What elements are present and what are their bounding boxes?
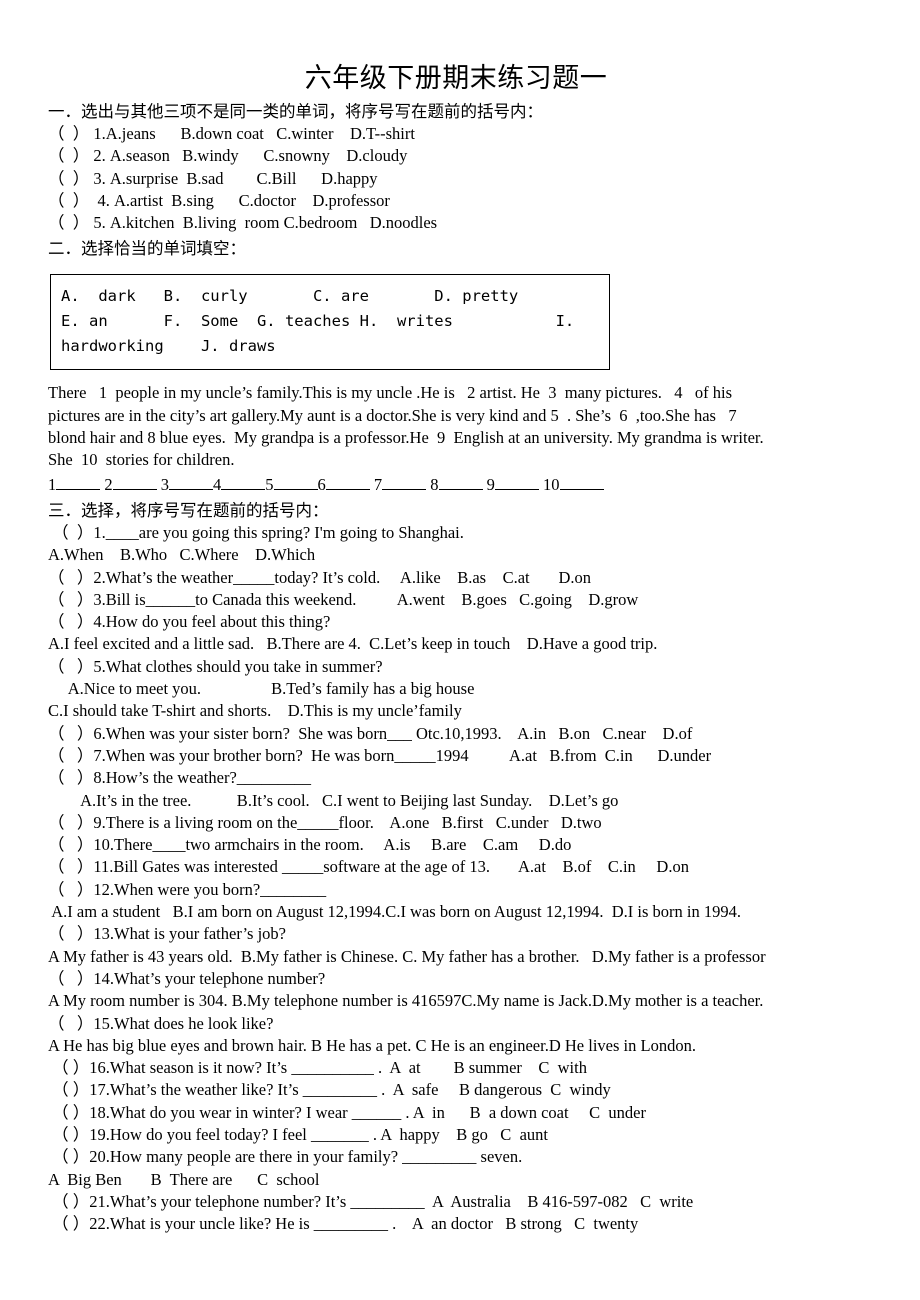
word-bank-wrapper: A. dark B. curly C. are D. pretty E. an … [0, 274, 920, 371]
passage-line: There 1 people in my uncle’s family.This… [48, 383, 733, 403]
question-line: （ ）17.What’s the weather like? It’s ____… [48, 1080, 611, 1100]
question-line: （ ）22.What is your uncle like? He is ___… [48, 1214, 639, 1234]
question-line: （ ）10.There____two armchairs in the room… [48, 835, 572, 855]
blank-number: 2 [104, 474, 113, 494]
section-one-item: （ ） 4. A.artist B.sing C.doctor D.profes… [48, 190, 390, 210]
section-three-heading: 三．选择，将序号写在题前的括号内： [48, 500, 329, 520]
question-line: （ ）1.____are you going this spring? I'm … [48, 522, 464, 542]
cloze-passage: There 1 people in my uncle’s family.This… [48, 382, 904, 471]
answer-blank[interactable] [273, 488, 318, 490]
exam-page: 六年级下册期末练习题一 一．选出与其他三项不是同一类的单词，将序号写在题前的括号… [0, 0, 920, 1300]
answer-blank[interactable] [112, 488, 157, 490]
question-line: （ ）2.What’s the weather_____today? It’s … [48, 567, 592, 587]
question-line: （ ）3.Bill is______to Canada this weekend… [48, 589, 639, 609]
answer-blank[interactable] [438, 488, 483, 490]
question-line: （ ）6.When was your sister born? She was … [48, 723, 693, 743]
question-line: （ ）7.When was your brother born? He was … [48, 745, 712, 765]
blank-number: 8 [430, 474, 439, 494]
blank-number: 3 [160, 474, 169, 494]
answer-blank[interactable] [56, 488, 101, 490]
question-line: （ ）19.How do you feel today? I feel ____… [48, 1124, 548, 1144]
document-body: 一．选出与其他三项不是同一类的单词，将序号写在题前的括号内： （ ） 1.A.j… [0, 100, 920, 260]
question-line: （ ）13.What is your father’s job? [48, 924, 286, 944]
answer-blank[interactable] [382, 488, 427, 490]
section-one-item: （ ） 3. A.surprise B.sad C.Bill D.happy [48, 168, 378, 188]
question-line: （ ）15.What does he look like? [48, 1013, 274, 1033]
answer-blank[interactable] [169, 488, 213, 490]
answer-blank[interactable] [559, 488, 604, 490]
question-options: C.I should take T-shirt and shorts. D.Th… [48, 701, 462, 721]
question-line: （ ）4.How do you feel about this thing? [48, 612, 331, 632]
section-one-item: （ ） 5. A.kitchen B.living room C.bedroom… [48, 213, 438, 233]
question-line: （ ）20.How many people are there in your … [48, 1147, 523, 1167]
section-two-heading: 二．选择恰当的单词填空： [48, 239, 246, 259]
question-line: （ ）9.There is a living room on the_____f… [48, 812, 602, 832]
blank-number: 1 [48, 474, 57, 494]
answer-blank[interactable] [494, 488, 539, 490]
section-three: 三．选择，将序号写在题前的括号内： （ ）1.____are you going… [48, 499, 904, 1236]
word-bank-line: E. an F. Some G. teaches H. writes I. [61, 312, 575, 331]
section-two: 二．选择恰当的单词填空： [48, 237, 904, 260]
question-options: A.When B.Who C.Where D.Which [48, 545, 316, 565]
question-options: A Big Ben B There are C school [48, 1169, 320, 1189]
section-one-item: （ ） 2. A.season B.windy C.snowny D.cloud… [48, 146, 408, 166]
passage-line: blond hair and 8 blue eyes. My grandpa i… [48, 428, 764, 448]
page-title: 六年级下册期末练习题一 [304, 63, 608, 94]
question-options: A My room number is 304. B.My telephone … [48, 991, 764, 1011]
question-options: A.I feel excited and a little sad. B.The… [48, 634, 658, 654]
blank-number: 5 [265, 474, 274, 494]
question-line: （ ）16.What season is it now? It’s ______… [48, 1058, 587, 1078]
cloze-answer-blanks: 1 2 3 4 5 6 7 8 9 10 [48, 474, 904, 496]
blank-number: 7 [373, 474, 383, 494]
question-line: （ ）21.What’s your telephone number? It’s… [48, 1191, 694, 1211]
question-line: （ ）11.Bill Gates was interested _____sof… [48, 857, 689, 877]
word-bank-box: A. dark B. curly C. are D. pretty E. an … [50, 274, 610, 371]
question-line: （ ）12.When were you born?________ [48, 879, 327, 899]
question-line: （ ）8.How’s the weather?_________ [48, 768, 312, 788]
question-line: （ ）5.What clothes should you take in sum… [48, 656, 383, 676]
passage-line: She 10 stories for children. [48, 450, 235, 470]
question-line: （ ）18.What do you wear in winter? I wear… [48, 1102, 647, 1122]
blank-number: 9 [486, 474, 495, 494]
blank-number: 6 [317, 474, 326, 494]
blank-number: 4 [213, 474, 222, 494]
word-bank-line: hardworking J. draws [61, 337, 276, 356]
question-line: （ ）14.What’s your telephone number? [48, 968, 326, 988]
section-one: 一．选出与其他三项不是同一类的单词，将序号写在题前的括号内： （ ） 1.A.j… [48, 100, 904, 234]
answer-blank[interactable] [221, 488, 266, 490]
question-options: A My father is 43 years old. B.My father… [48, 946, 766, 966]
section-one-heading: 一．选出与其他三项不是同一类的单词，将序号写在题前的括号内： [48, 102, 543, 121]
section-one-item: （ ） 1.A.jeans B.down coat C.winter D.T--… [48, 124, 415, 143]
document-body-continued: There 1 people in my uncle’s family.This… [0, 382, 920, 1235]
answer-blank[interactable] [325, 488, 370, 490]
blank-number: 10 [543, 474, 560, 494]
question-options: A He has big blue eyes and brown hair. B… [48, 1035, 696, 1055]
question-options: A.I am a student B.I am born on August 1… [48, 902, 741, 922]
question-options: A.It’s in the tree. B.It’s cool. C.I wen… [48, 790, 619, 810]
passage-line: pictures are in the city’s art gallery.M… [48, 405, 737, 425]
word-bank-line: A. dark B. curly C. are D. pretty [61, 287, 519, 306]
question-options: A.Nice to meet you. B.Ted’s family has a… [48, 679, 475, 699]
